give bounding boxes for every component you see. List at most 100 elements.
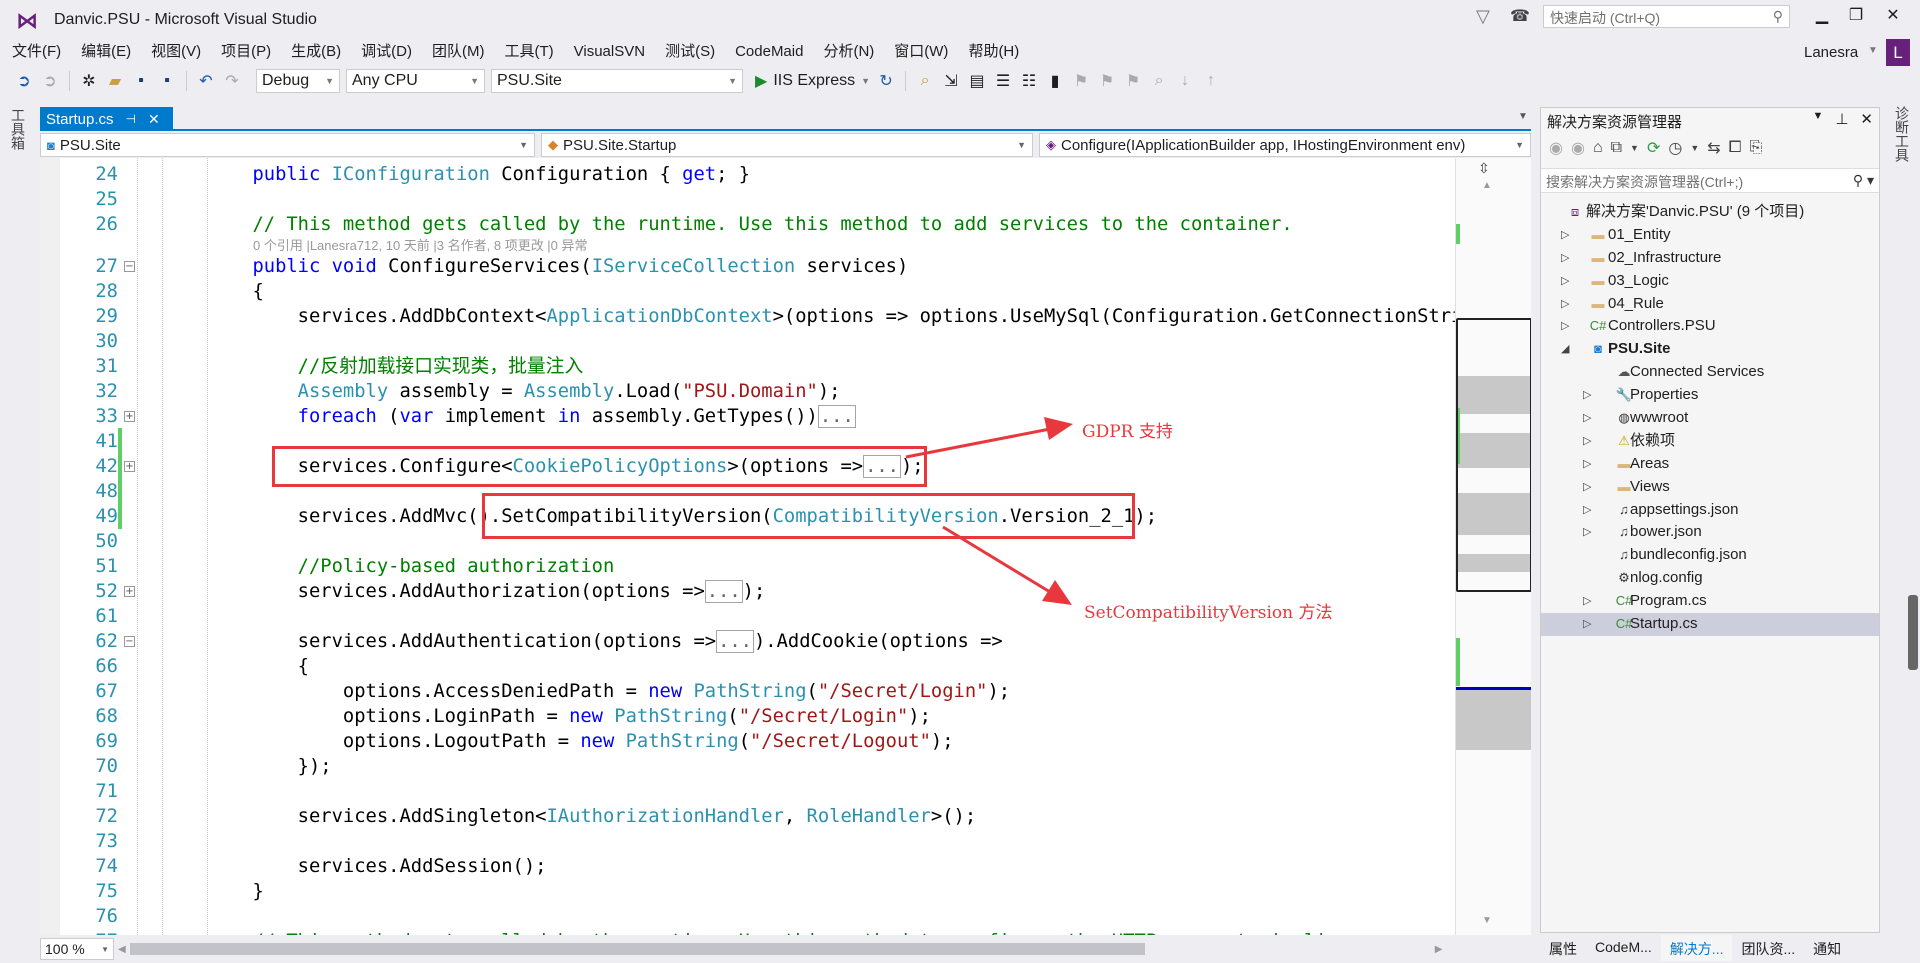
pin-icon[interactable]: ⊣ <box>126 112 136 126</box>
filter-icon[interactable]: ▽ <box>1476 6 1490 27</box>
code-line[interactable]: 31 //反射加载接口实现类，批量注入 <box>40 354 1455 379</box>
tree-item[interactable]: ▷ ▬ Views <box>1541 476 1879 499</box>
tree-item[interactable]: ▷ ♫ bower.json <box>1541 521 1879 544</box>
code-line[interactable]: 73 <box>40 829 1455 854</box>
tree-item[interactable]: ▷ ▬ 01_Entity <box>1541 224 1879 247</box>
code-line[interactable]: 69 options.LogoutPath = new PathString("… <box>40 729 1455 754</box>
tool-window-tab[interactable]: 通知 <box>1804 935 1850 961</box>
collapsed-arrow-icon[interactable]: ▷ <box>1561 270 1569 293</box>
tree-item[interactable]: ▷ ♫ appsettings.json <box>1541 499 1879 522</box>
save-all-icon[interactable]: ▪ <box>157 72 177 90</box>
code-line[interactable]: 32 Assembly assembly = Assembly.Load("PS… <box>40 379 1455 404</box>
menu-item[interactable]: 项目(P) <box>221 40 271 64</box>
code-line[interactable]: 74 services.AddSession(); <box>40 854 1455 879</box>
code-line[interactable]: 25 <box>40 187 1455 212</box>
code-line[interactable]: 72 services.AddSingleton<IAuthorizationH… <box>40 804 1455 829</box>
expand-icon[interactable]: + <box>124 461 135 472</box>
tab-startup-cs[interactable]: Startup.cs ⊣ ✕ <box>40 107 173 131</box>
tree-item[interactable]: ⚙ nlog.config <box>1541 567 1879 590</box>
collapsed-arrow-icon[interactable]: ▷ <box>1561 247 1569 270</box>
menu-item[interactable]: 团队(M) <box>432 40 485 64</box>
comment-icon[interactable]: ☷ <box>1019 71 1039 91</box>
code-line[interactable]: 70 }); <box>40 754 1455 779</box>
split-icon[interactable]: ⇳ <box>1478 160 1490 177</box>
code-line[interactable]: 30 <box>40 329 1455 354</box>
code-line[interactable]: 33 + foreach (var implement in assembly.G… <box>40 404 1455 429</box>
quick-launch-input[interactable]: 快速启动 (Ctrl+Q) ⚲ <box>1543 5 1790 28</box>
toolbox-strip[interactable]: 工具箱 <box>0 100 34 963</box>
switch-views-icon[interactable]: ⧉ <box>1611 139 1622 157</box>
collapsed-arrow-icon[interactable]: ▷ <box>1583 613 1591 636</box>
scroll-down-icon[interactable]: ▼ <box>1482 915 1492 926</box>
refresh-icon[interactable]: ↻ <box>876 71 896 91</box>
tool-window-tab[interactable]: 解决方... <box>1660 935 1733 961</box>
bookmark-icon[interactable]: ▮ <box>1045 71 1065 91</box>
expand-icon[interactable]: + <box>124 411 135 422</box>
tree-item[interactable]: ▷ C# Program.cs <box>1541 590 1879 613</box>
open-icon[interactable]: ▰ <box>105 71 125 91</box>
close-icon[interactable]: ✕ <box>1860 110 1873 128</box>
sync-with-document-icon[interactable]: ⇆ <box>1707 138 1720 158</box>
tool-window-tab[interactable]: 团队资... <box>1732 935 1804 961</box>
collapsed-arrow-icon[interactable]: ▷ <box>1561 315 1569 338</box>
menu-item[interactable]: 文件(F) <box>12 40 61 64</box>
class-dropdown[interactable]: ◆ PSU.Site.Startup ▼ <box>541 133 1033 157</box>
collapsed-code-button[interactable]: ... <box>704 580 743 603</box>
collapsed-arrow-icon[interactable]: ▷ <box>1561 224 1569 247</box>
tree-item[interactable]: ▷ ▬ 02_Infrastructure <box>1541 247 1879 270</box>
feedback-icon[interactable]: ☎ <box>1510 6 1530 26</box>
find-in-files-icon[interactable]: ⌕ <box>915 72 935 90</box>
home-icon[interactable]: ⌂ <box>1593 139 1603 157</box>
collapse-icon[interactable]: − <box>124 261 135 272</box>
menu-item[interactable]: 视图(V) <box>151 40 201 64</box>
expanded-arrow-icon[interactable]: ◢ <box>1561 338 1569 361</box>
scroll-right-icon[interactable]: ▶ <box>1435 944 1443 955</box>
menu-item[interactable]: 窗口(W) <box>894 40 948 64</box>
clear-bookmarks-icon[interactable]: ⚑ <box>1123 71 1143 91</box>
tree-item[interactable]: ▷ ⚠ 依赖项 <box>1541 430 1879 453</box>
find-icon[interactable]: ⌕ <box>1149 72 1169 90</box>
pin-icon[interactable]: ⊥ <box>1835 110 1848 128</box>
code-line[interactable]: 29 services.AddDbContext<ApplicationDbCo… <box>40 304 1455 329</box>
collapsed-code-button[interactable]: ... <box>716 630 754 653</box>
forward-icon[interactable]: ➲ <box>40 71 60 91</box>
collapsed-arrow-icon[interactable]: ▷ <box>1583 499 1591 522</box>
code-line[interactable]: 28 { <box>40 279 1455 304</box>
step-into-icon[interactable]: ⇲ <box>941 71 961 91</box>
chevron-down-icon[interactable]: ▼ <box>1630 143 1639 153</box>
collapsed-arrow-icon[interactable]: ▷ <box>1583 384 1591 407</box>
code-line[interactable]: 77 // This method gets called by the run… <box>40 929 1455 935</box>
minimize-button[interactable]: ▁ <box>1808 5 1836 25</box>
tool-window-tab[interactable]: 属性 <box>1540 935 1586 961</box>
collapsed-arrow-icon[interactable]: ▷ <box>1561 293 1569 316</box>
code-line[interactable]: 27− public void ConfigureServices(IServi… <box>40 254 1455 279</box>
tree-item[interactable]: ▷ C# Controllers.PSU <box>1541 315 1879 338</box>
code-line[interactable]: 71 <box>40 779 1455 804</box>
horizontal-scrollbar-thumb[interactable] <box>129 943 1145 955</box>
collapsed-arrow-icon[interactable]: ▷ <box>1583 430 1591 453</box>
code-editor[interactable]: 24 public IConfiguration Configuration {… <box>40 158 1455 935</box>
collapsed-arrow-icon[interactable]: ▷ <box>1583 590 1591 613</box>
menu-item[interactable]: CodeMaid <box>735 40 803 64</box>
save-icon[interactable]: ▪ <box>131 72 151 90</box>
code-line[interactable]: 62− services.AddAuthentication(options =… <box>40 629 1455 654</box>
back-icon[interactable]: ◉ <box>1549 138 1563 158</box>
tree-item[interactable]: ▷ 🔧 Properties <box>1541 384 1879 407</box>
toolbox-tab[interactable]: 工具箱 <box>8 108 28 150</box>
tree-item[interactable]: ▷ ▬ 03_Logic <box>1541 270 1879 293</box>
solution-search-input[interactable]: 搜索解决方案资源管理器(Ctrl+;) ⚲ ▾ <box>1541 168 1879 193</box>
scroll-left-icon[interactable]: ◀ <box>118 944 126 955</box>
minimap-viewport[interactable] <box>1456 318 1531 592</box>
forward-icon[interactable]: ◉ <box>1571 138 1585 158</box>
collapsed-arrow-icon[interactable]: ▷ <box>1583 476 1591 499</box>
diagnostic-tools-strip[interactable]: 诊断工具 <box>1886 100 1920 963</box>
start-debugging-button[interactable]: ▶ IIS Express ▼ <box>755 71 870 91</box>
close-tab-icon[interactable]: ✕ <box>148 111 160 128</box>
code-line[interactable]: 51 //Policy-based authorization <box>40 554 1455 579</box>
tab-overflow-icon[interactable]: ▼ <box>1518 111 1528 122</box>
tree-item[interactable]: ♫ bundleconfig.json <box>1541 544 1879 567</box>
platform-dropdown[interactable]: Any CPU ▼ <box>346 68 485 93</box>
tree-item[interactable]: ▷ ▬ 04_Rule <box>1541 293 1879 316</box>
dropdown-icon[interactable]: ▼ <box>1812 110 1823 128</box>
code-line[interactable]: 26 // This method gets called by the run… <box>40 212 1455 237</box>
